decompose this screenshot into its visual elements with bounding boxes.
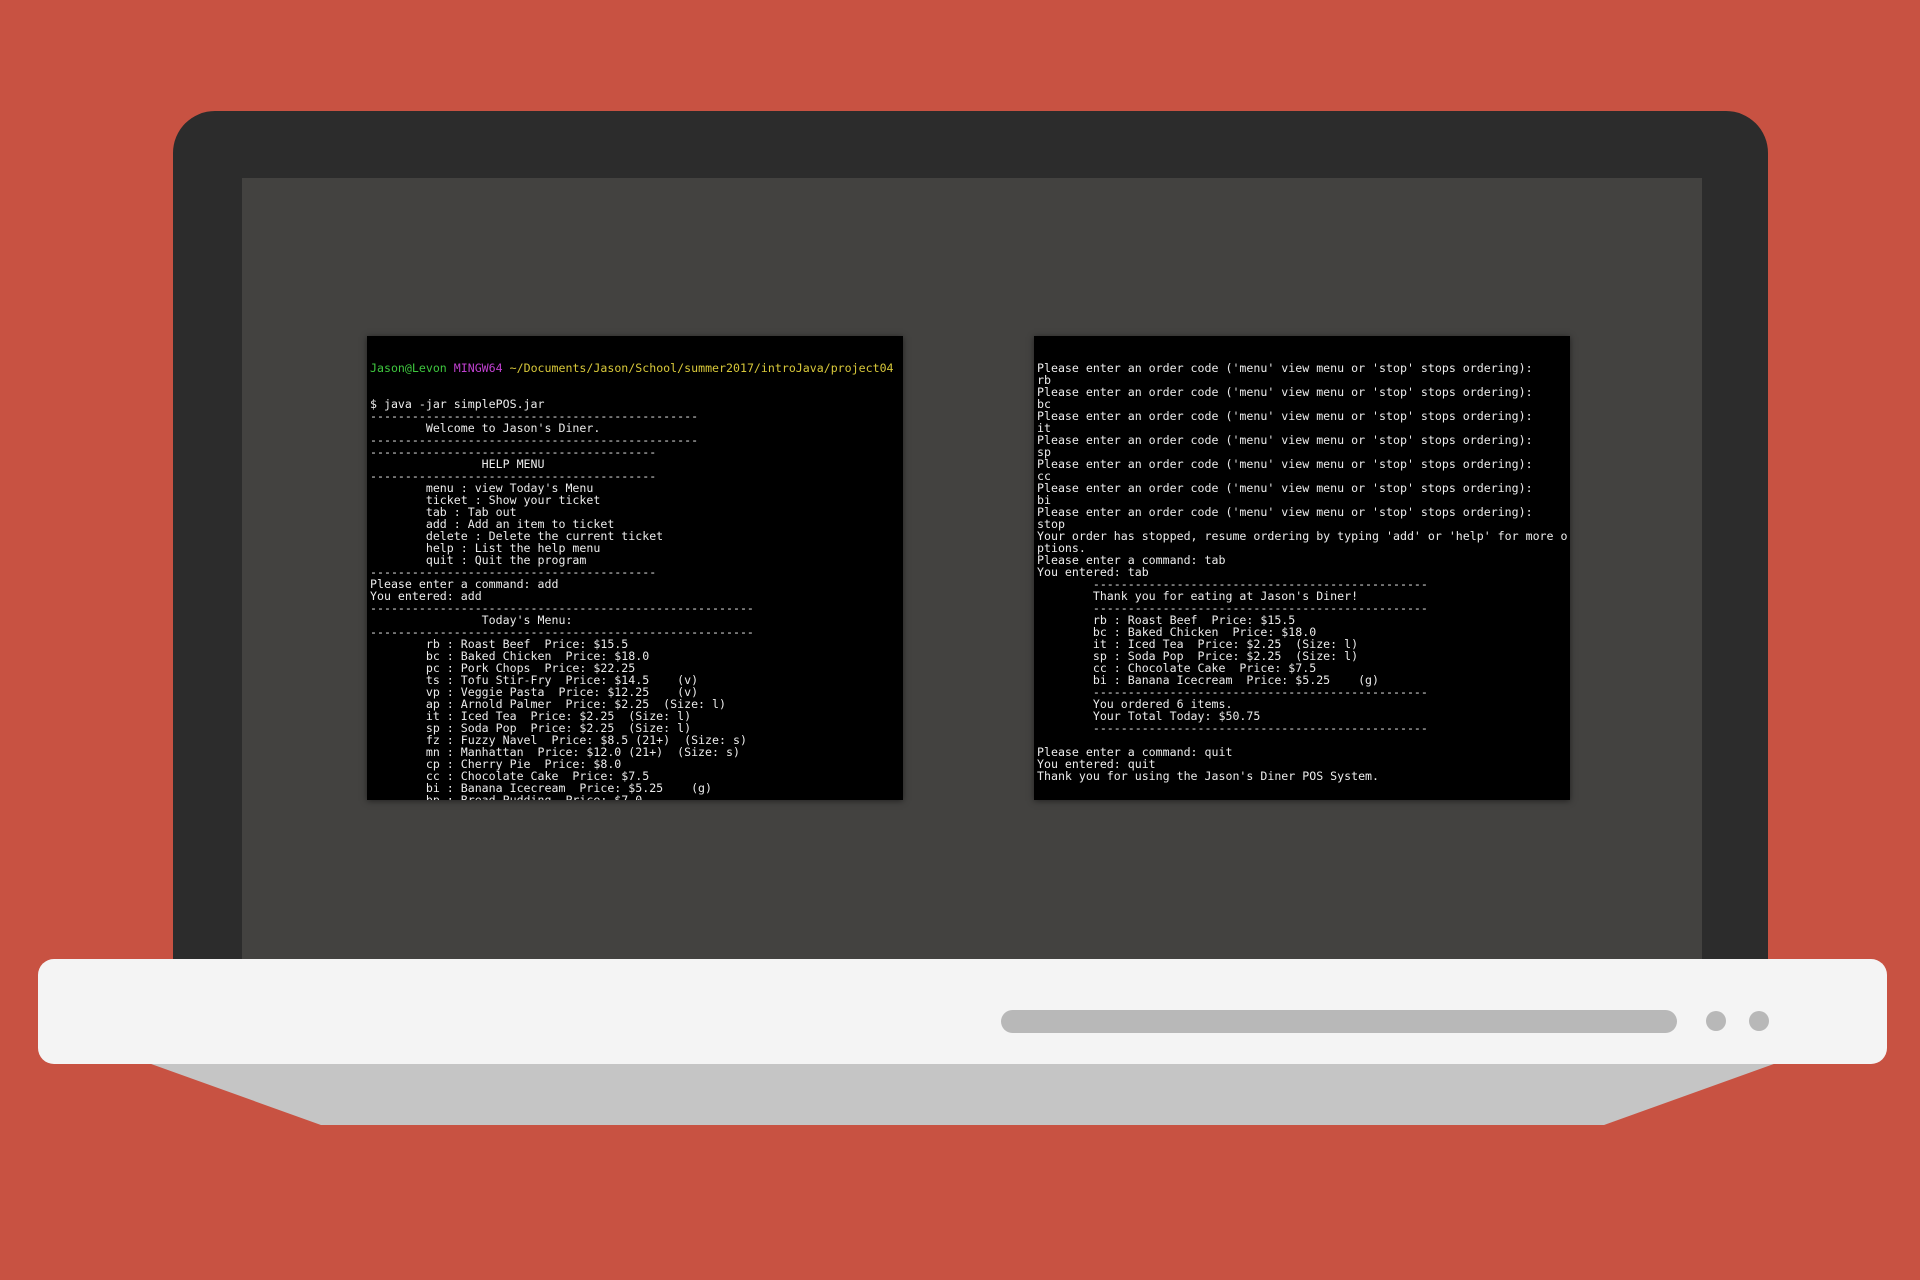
- terminal-line: ----------------------------------------…: [1037, 721, 1428, 735]
- prompt-path: ~/Documents/Jason/School/summer2017/intr…: [509, 361, 894, 375]
- laptop-foot: [140, 1060, 1785, 1125]
- terminal-line: Thank you for using the Jason's Diner PO…: [1037, 769, 1380, 783]
- terminal-line: Please enter an order code ('menu' view …: [1037, 505, 1533, 519]
- prompt-user: Jason@Levon: [370, 361, 447, 375]
- terminal-lines-left: $ java -jar simplePOS.jar ---------------…: [370, 398, 900, 800]
- terminal-line: bp : Bread Pudding Price: $7.0: [370, 793, 643, 800]
- terminal-line: Please enter an order code ('menu' view …: [1037, 385, 1533, 399]
- terminal-line: Your order has stopped, resume ordering …: [1037, 529, 1568, 543]
- terminal-line: Please enter an order code ('menu' view …: [1037, 433, 1533, 447]
- terminal-lines-right: Please enter an order code ('menu' view …: [1037, 362, 1567, 794]
- indicator-light: [1706, 1011, 1726, 1031]
- indicator-light: [1749, 1011, 1769, 1031]
- laptop-trackpad-bar: [1001, 1010, 1677, 1033]
- terminal-line: Please enter an order code ('menu' view …: [1037, 481, 1533, 495]
- prompt-shell: MINGW64: [453, 361, 503, 375]
- terminal-output-right: Please enter an order code ('menu' view …: [1034, 336, 1570, 800]
- terminal-output-left: Jason@Levon MINGW64 ~/Documents/Jason/Sc…: [367, 336, 903, 800]
- terminal-line: Please enter an order code ('menu' view …: [1037, 409, 1533, 423]
- terminal-window-left[interactable]: Jason@Levon MINGW64 ~/Documents/Jason/Sc…: [367, 336, 903, 800]
- terminal-line: Please enter an order code ('menu' view …: [1037, 361, 1533, 375]
- terminal-line: Please enter an order code ('menu' view …: [1037, 457, 1533, 471]
- terminal-window-right[interactable]: Please enter an order code ('menu' view …: [1034, 336, 1570, 800]
- prompt-line: Jason@Levon MINGW64 ~/Documents/Jason/Sc…: [370, 362, 900, 374]
